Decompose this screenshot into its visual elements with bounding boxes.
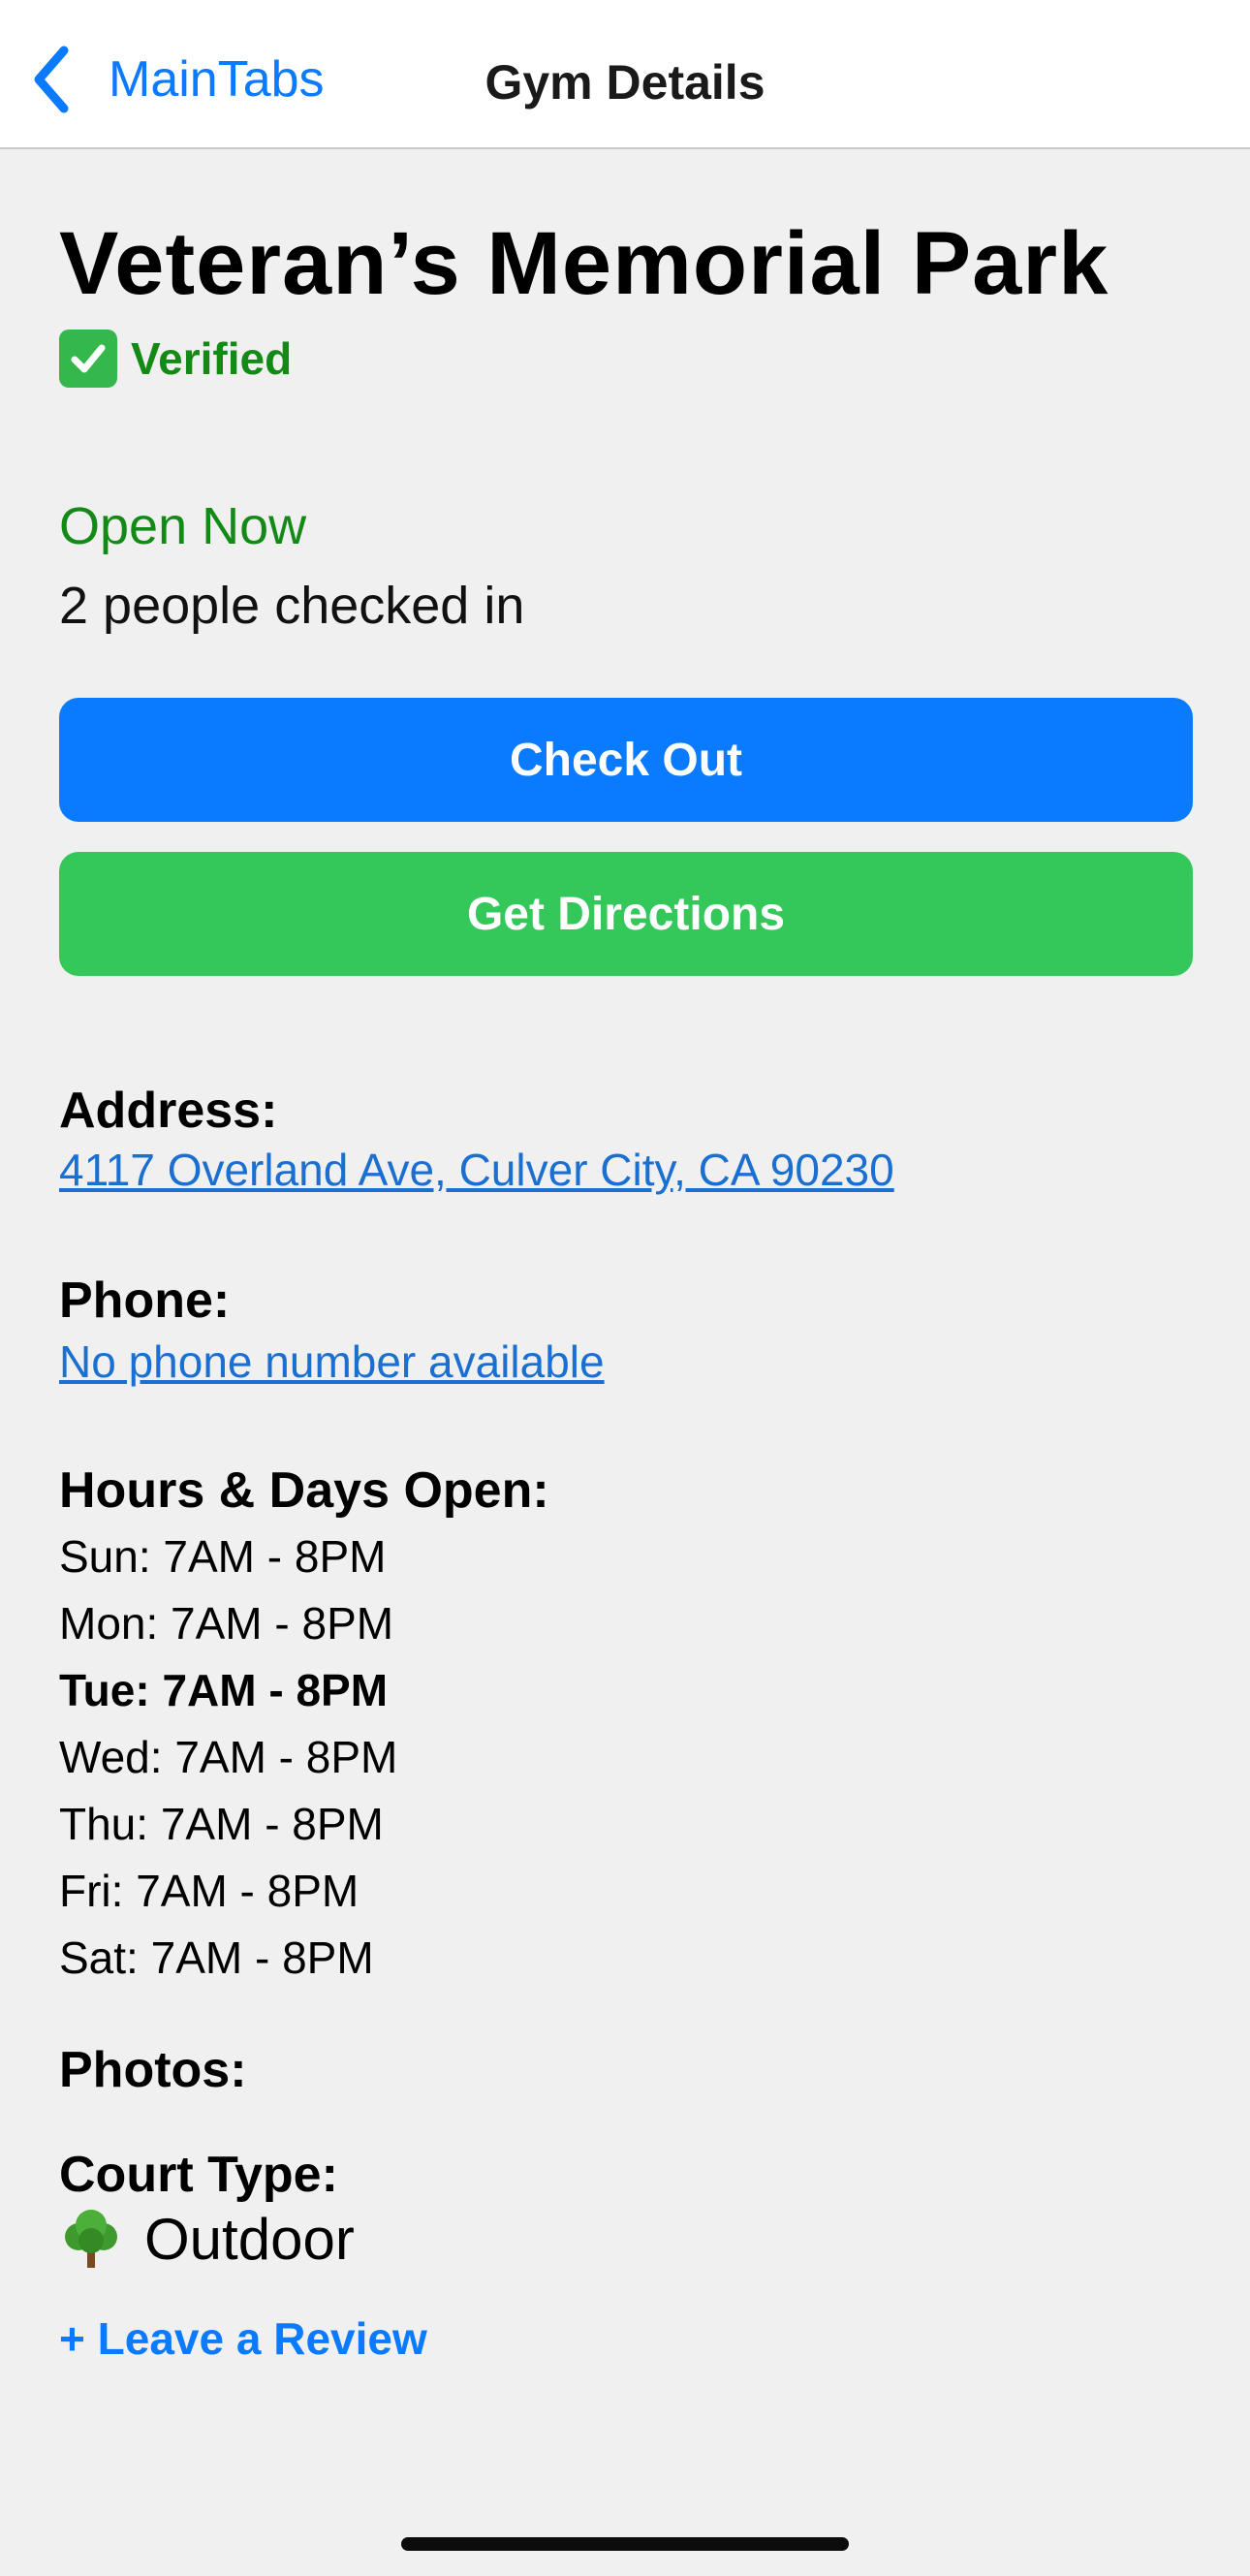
check-out-button[interactable]: Check Out (59, 698, 1193, 822)
checked-in-count: 2 people checked in (59, 577, 525, 635)
phone-link[interactable]: No phone number available (59, 1335, 605, 1388)
hours-item-tue: Tue: 7AM - 8PM (59, 1665, 389, 1715)
page-title: Gym Details (484, 55, 766, 110)
leave-review-button[interactable]: + Leave a Review (59, 2312, 427, 2365)
hours-item-sat: Sat: 7AM - 8PM (59, 1932, 374, 1983)
hours-item-mon: Mon: 7AM - 8PM (59, 1598, 394, 1649)
phone-label: Phone: (59, 1272, 231, 1329)
hours-item-wed: Wed: 7AM - 8PM (59, 1732, 398, 1782)
verified-badge: Verified (59, 330, 292, 388)
hours-item-fri: Fri: 7AM - 8PM (59, 1866, 359, 1916)
gym-name: Veteran’s Memorial Park (59, 214, 1109, 313)
get-directions-button[interactable]: Get Directions (59, 852, 1193, 976)
court-type-text: Outdoor (144, 2207, 355, 2272)
court-type-value: Outdoor (59, 2206, 355, 2273)
tree-icon (59, 2208, 123, 2272)
home-indicator[interactable] (401, 2537, 849, 2551)
checkmark-icon (59, 330, 117, 388)
verified-label: Verified (131, 333, 293, 384)
navigation-bar: MainTabs Gym Details (0, 0, 1250, 149)
address-link[interactable]: 4117 Overland Ave, Culver City, CA 90230 (59, 1144, 894, 1196)
hours-item-sun: Sun: 7AM - 8PM (59, 1531, 387, 1582)
address-label: Address: (59, 1083, 278, 1139)
court-type-label: Court Type: (59, 2147, 338, 2203)
hours-item-thu: Thu: 7AM - 8PM (59, 1799, 384, 1849)
photos-label: Photos: (59, 2042, 247, 2098)
open-status: Open Now (59, 497, 307, 555)
hours-label: Hours & Days Open: (59, 1462, 549, 1519)
hours-list: Sun: 7AM - 8PM Mon: 7AM - 8PM Tue: 7AM -… (59, 1524, 397, 1992)
